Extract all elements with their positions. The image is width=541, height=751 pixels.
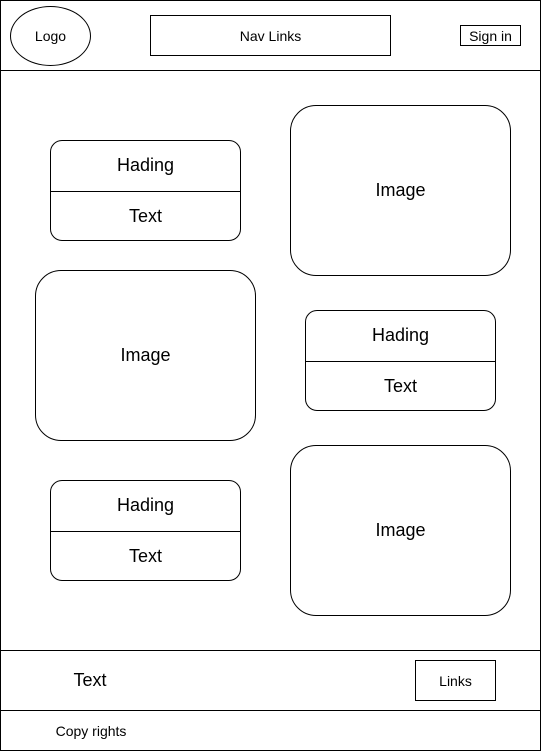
card-text: Text bbox=[128, 545, 162, 566]
card-heading: Hading bbox=[51, 481, 240, 532]
copyright-divider bbox=[0, 710, 541, 711]
footer-text: Text bbox=[73, 670, 107, 690]
content-card: Hading Text bbox=[305, 310, 496, 411]
sign-in-button[interactable]: Sign in bbox=[460, 25, 521, 46]
copyright-text: Copy rights bbox=[55, 723, 127, 739]
logo[interactable]: Logo bbox=[10, 6, 91, 66]
header-divider bbox=[0, 70, 541, 71]
image-placeholder: Image bbox=[290, 105, 511, 276]
image-placeholder: Image bbox=[35, 270, 256, 441]
card-heading: Hading bbox=[51, 141, 240, 192]
nav-links[interactable]: Nav Links bbox=[150, 15, 391, 56]
card-text: Text bbox=[128, 205, 162, 226]
content-card: Hading Text bbox=[50, 480, 241, 581]
content-card: Hading Text bbox=[50, 140, 241, 241]
card-heading: Hading bbox=[306, 311, 495, 362]
card-text: Text bbox=[383, 375, 417, 396]
footer-divider bbox=[0, 650, 541, 651]
footer-links-button[interactable]: Links bbox=[415, 660, 496, 701]
image-placeholder: Image bbox=[290, 445, 511, 616]
